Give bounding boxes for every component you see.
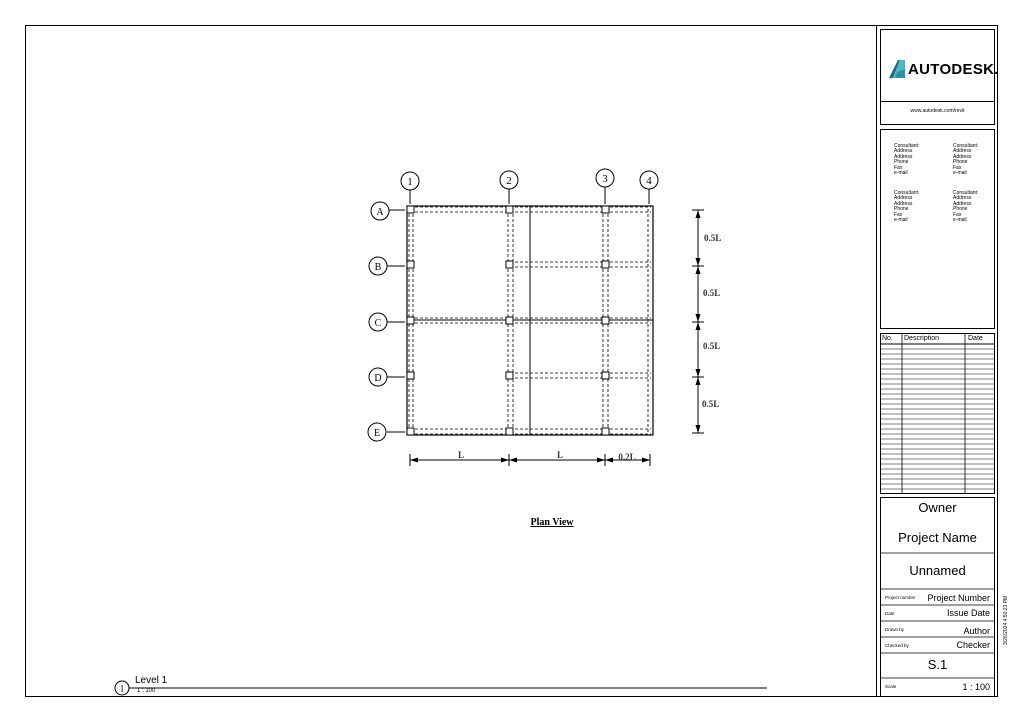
view-name: Level 1 xyxy=(135,675,168,686)
checker-value: Checker xyxy=(956,640,990,650)
grid-label-C: C xyxy=(375,318,382,329)
rev-header-no: No. xyxy=(882,335,893,342)
grid-label-B: B xyxy=(375,262,382,273)
consultant-block-2: Consultant: Address Address Phone Fax e-mail xyxy=(953,143,979,177)
date-label: Date xyxy=(885,611,895,616)
logo-text: AUTODESK. xyxy=(908,61,999,78)
dim-label-v4: 0.5L xyxy=(702,399,719,409)
project-name-text: Project Name xyxy=(898,530,977,545)
consultant-block-1: Consultant: Address Address Phone Fax e-mail xyxy=(894,143,920,177)
issue-date-value: Issue Date xyxy=(946,608,990,618)
plan-drawing: 1 2 3 4 A B C D E 0.5L 0.5L 0.5L 0.5L L … xyxy=(114,168,767,696)
view-number: 1 xyxy=(120,684,125,694)
consultant-block-3: Consultant: Address Address Phone Fax e-mail xyxy=(894,190,920,224)
dim-label-v2: 0.5L xyxy=(703,288,720,298)
owner-text: Owner xyxy=(918,500,957,515)
grid-label-3: 3 xyxy=(602,173,608,185)
grid-label-D: D xyxy=(374,373,381,384)
drawing-title: Plan View xyxy=(530,517,574,528)
dim-label-v1: 0.5L xyxy=(704,233,721,243)
horizontal-dimension xyxy=(409,454,651,466)
project-number-value: Project Number xyxy=(927,593,990,603)
dim-label-h1: L xyxy=(458,450,464,460)
author-value: Author xyxy=(963,626,990,636)
sheet-number: S.1 xyxy=(927,657,948,672)
dim-label-h3: 0.2L xyxy=(618,452,635,462)
rev-header-description: Description xyxy=(904,335,940,342)
rev-header-date: Date xyxy=(968,335,983,342)
website-url: www.autodesk.com/revit xyxy=(910,108,965,114)
beams-vertical xyxy=(408,209,649,433)
scale-value: 1 : 100 xyxy=(962,682,990,692)
grid-label-4: 4 xyxy=(646,175,652,187)
grid-label-A: A xyxy=(376,207,384,218)
dim-label-h2: L xyxy=(557,450,563,460)
grid-label-E: E xyxy=(374,428,380,439)
scale-label: Scale xyxy=(885,684,897,689)
dim-label-v3: 0.5L xyxy=(703,341,720,351)
grid-label-2: 2 xyxy=(506,175,512,187)
view-scale: 1 : 100 xyxy=(137,688,156,694)
grid-label-1: 1 xyxy=(407,176,413,188)
sheet-name-text: Unnamed xyxy=(909,563,966,578)
print-timestamp: 3/26/2024 4:50:23 PM xyxy=(1003,595,1009,645)
logo-divider xyxy=(880,101,995,102)
consultant-block-4: Consultant: Address Address Phone Fax e-mail xyxy=(953,190,979,224)
